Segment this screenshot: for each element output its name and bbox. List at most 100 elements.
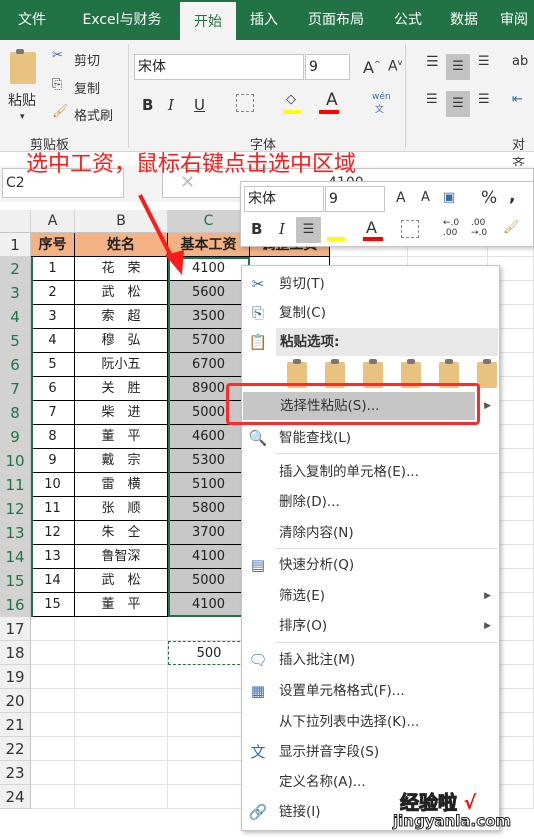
row-header[interactable]: 16 xyxy=(0,593,31,617)
mini-italic-button[interactable]: I xyxy=(279,220,285,238)
cell[interactable] xyxy=(31,785,75,809)
menu-item-12[interactable]: ▦ 设置单元格格式(F)... xyxy=(242,677,499,705)
cell[interactable]: 3500 xyxy=(168,305,250,329)
paste-option-icon[interactable] xyxy=(477,359,497,388)
mini-borders-icon[interactable] xyxy=(401,220,419,238)
cell[interactable]: 戴 宗 xyxy=(75,449,168,473)
select-all-corner[interactable] xyxy=(0,210,31,233)
row-header[interactable]: 20 xyxy=(0,689,31,713)
format-painter-button[interactable]: 格式刷 xyxy=(74,105,113,124)
row-header[interactable]: 21 xyxy=(0,713,31,737)
cell[interactable]: 3 xyxy=(31,305,75,329)
cell[interactable] xyxy=(168,617,250,641)
paste-button[interactable]: 粘贴 xyxy=(8,90,36,110)
align-center-icon[interactable]: ☰ xyxy=(446,91,470,117)
italic-button[interactable]: I xyxy=(168,96,174,114)
cell[interactable]: 序号 xyxy=(31,233,75,257)
paste-option-icon[interactable] xyxy=(287,359,307,388)
cell[interactable] xyxy=(31,665,75,689)
mini-bold-button[interactable]: B xyxy=(251,220,262,238)
menu-item-9[interactable]: 筛选(E) ▶ xyxy=(242,582,499,610)
cell[interactable] xyxy=(75,617,168,641)
cell[interactable]: 花 荣 xyxy=(75,257,168,281)
menu-item-6[interactable]: 删除(D)... xyxy=(242,488,499,516)
row-header[interactable]: 22 xyxy=(0,737,31,761)
row-header[interactable]: 17 xyxy=(0,617,31,641)
decrease-decimal-button[interactable]: .00 →.0 xyxy=(471,218,495,238)
cell[interactable]: 5100 xyxy=(168,473,250,497)
cell[interactable]: 姓名 xyxy=(75,233,168,257)
mini-shrink-font-icon[interactable]: A xyxy=(421,190,430,205)
percent-button[interactable]: % xyxy=(481,188,497,208)
column-header[interactable]: B xyxy=(75,210,168,233)
tab-6[interactable]: 数据 xyxy=(436,0,492,40)
cell[interactable]: 7 xyxy=(31,401,75,425)
row-header[interactable]: 2 xyxy=(0,257,31,281)
cell[interactable]: 9 xyxy=(31,449,75,473)
cell[interactable] xyxy=(168,737,250,761)
underline-button[interactable]: U xyxy=(194,96,205,114)
cut-button[interactable]: 剪切 xyxy=(74,50,100,69)
shrink-font-icon[interactable]: Av xyxy=(388,58,402,75)
cell[interactable] xyxy=(75,641,168,665)
row-header[interactable]: 12 xyxy=(0,497,31,521)
cell[interactable] xyxy=(75,785,168,809)
row-header[interactable]: 11 xyxy=(0,473,31,497)
cell[interactable]: 8900 xyxy=(168,377,250,401)
tab-2[interactable]: 开始 xyxy=(180,2,236,40)
align-middle-icon[interactable]: ☰ xyxy=(446,54,470,80)
cell[interactable] xyxy=(168,785,250,809)
cell[interactable] xyxy=(31,617,75,641)
cell[interactable] xyxy=(75,689,168,713)
cell[interactable] xyxy=(31,737,75,761)
cell[interactable]: 6 xyxy=(31,377,75,401)
row-header[interactable]: 18 xyxy=(0,641,31,665)
align-right-icon[interactable]: ☰ xyxy=(478,92,490,107)
tab-0[interactable]: 文件 xyxy=(0,0,64,40)
orientation-icon[interactable]: ab xyxy=(512,54,528,69)
row-header[interactable]: 24 xyxy=(0,785,31,809)
cell[interactable] xyxy=(75,737,168,761)
cell[interactable]: 穆 弘 xyxy=(75,329,168,353)
cell[interactable]: 5000 xyxy=(168,401,250,425)
cell[interactable]: 13 xyxy=(31,545,75,569)
menu-item-4[interactable]: 🔍 智能查找(L) xyxy=(242,424,499,452)
cell[interactable] xyxy=(75,761,168,785)
row-header[interactable]: 7 xyxy=(0,377,31,401)
cell[interactable]: 2 xyxy=(31,281,75,305)
cell[interactable] xyxy=(168,761,250,785)
cell[interactable]: 关 胜 xyxy=(75,377,168,401)
cell[interactable] xyxy=(31,641,75,665)
cell[interactable]: 4100 xyxy=(168,257,250,281)
cell[interactable]: 5600 xyxy=(168,281,250,305)
cell[interactable]: 董 平 xyxy=(75,425,168,449)
cell[interactable]: 4 xyxy=(31,329,75,353)
cell[interactable]: 张 顺 xyxy=(75,497,168,521)
cell[interactable] xyxy=(168,689,250,713)
cell[interactable] xyxy=(168,665,250,689)
font-size-select[interactable]: 9 xyxy=(305,54,350,80)
cell[interactable]: 8 xyxy=(31,425,75,449)
cell[interactable]: 基本工资 xyxy=(168,233,250,257)
copy-button[interactable]: 复制 xyxy=(74,78,100,97)
tab-5[interactable]: 公式 xyxy=(382,0,434,40)
align-left-icon[interactable]: ☰ xyxy=(426,92,438,107)
mini-size-select[interactable]: 9 xyxy=(325,186,385,212)
row-header[interactable]: 8 xyxy=(0,401,31,425)
fill-color-icon[interactable] xyxy=(283,110,301,114)
cell[interactable]: 4100 xyxy=(168,593,250,617)
align-bottom-icon[interactable]: ☰ xyxy=(478,54,490,69)
indent-icon[interactable]: ⇤ xyxy=(512,92,523,107)
paste-option-icon[interactable] xyxy=(363,359,383,388)
cell[interactable]: 5800 xyxy=(168,497,250,521)
menu-item-8[interactable]: ▤ 快速分析(Q) xyxy=(242,551,499,579)
cell[interactable] xyxy=(75,713,168,737)
cell[interactable]: 索 超 xyxy=(75,305,168,329)
cell[interactable]: 1 xyxy=(31,257,75,281)
cell[interactable]: 6700 xyxy=(168,353,250,377)
menu-item-10[interactable]: 排序(O) ▶ xyxy=(242,612,499,640)
tab-7[interactable]: 审阅 xyxy=(494,0,534,40)
paste-option-icon[interactable] xyxy=(401,359,421,388)
cell[interactable]: 5 xyxy=(31,353,75,377)
cell[interactable]: 15 xyxy=(31,593,75,617)
